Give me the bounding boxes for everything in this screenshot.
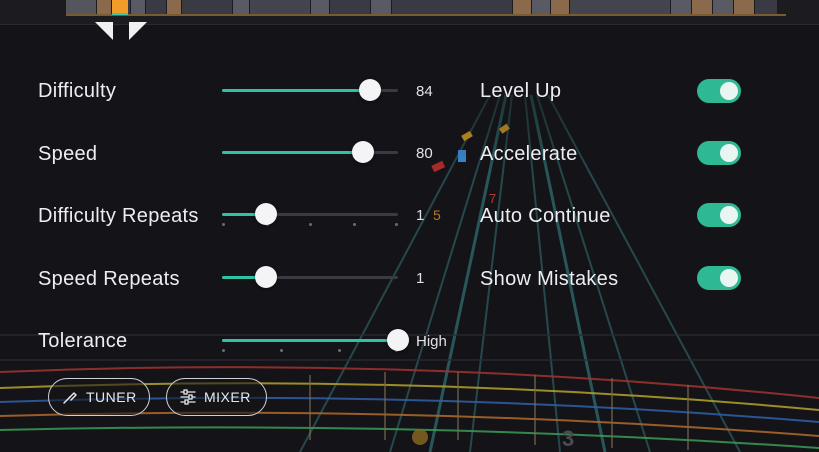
- slider-ticks: [222, 349, 398, 353]
- strip-baseline: [66, 14, 786, 16]
- current-position-marker[interactable]: [112, 0, 128, 13]
- difficulty-repeats-label: Difficulty Repeats: [38, 205, 199, 227]
- difficulty-repeats-slider[interactable]: [222, 199, 398, 229]
- speed-repeats-value: 1: [416, 270, 425, 287]
- playhead-left-arrow: [95, 22, 113, 40]
- song-section-bar[interactable]: [0, 0, 819, 25]
- slider-knob[interactable]: [387, 329, 409, 351]
- toggle-knob: [720, 206, 738, 224]
- playhead-right-arrow: [129, 22, 147, 40]
- tuner-button[interactable]: TUNER: [48, 378, 150, 416]
- section-strip[interactable]: [66, 0, 786, 14]
- tuning-fork-icon: [61, 388, 79, 406]
- accelerate-toggle[interactable]: [697, 141, 741, 165]
- tuner-button-label: TUNER: [86, 389, 137, 405]
- auto-continue-label: Auto Continue: [480, 205, 611, 227]
- toggle-knob: [720, 82, 738, 100]
- mixer-button[interactable]: MIXER: [166, 378, 267, 416]
- slider-fill: [222, 151, 363, 154]
- slider-fill: [222, 89, 370, 92]
- level-up-label: Level Up: [480, 80, 562, 102]
- string-number-5: 5: [433, 207, 441, 223]
- toggle-knob: [720, 269, 738, 287]
- slider-knob[interactable]: [351, 141, 374, 163]
- current-position-underline: [112, 13, 128, 15]
- tolerance-slider[interactable]: [222, 325, 409, 355]
- mixer-button-label: MIXER: [204, 389, 251, 405]
- toggle-knob: [720, 144, 738, 162]
- slider-knob[interactable]: [255, 266, 277, 288]
- speed-repeats-slider[interactable]: [222, 262, 398, 292]
- slider-knob[interactable]: [358, 79, 381, 101]
- level-up-toggle[interactable]: [697, 79, 741, 103]
- speed-repeats-label: Speed Repeats: [38, 268, 180, 290]
- tolerance-label: Tolerance: [38, 330, 128, 352]
- slider-ticks: [222, 223, 398, 227]
- sliders-icon: [179, 388, 197, 406]
- auto-continue-toggle[interactable]: [697, 203, 741, 227]
- difficulty-label: Difficulty: [38, 80, 117, 102]
- slider-fill: [222, 339, 398, 342]
- slider-knob[interactable]: [255, 203, 277, 225]
- speed-value: 80: [416, 145, 433, 162]
- accelerate-label: Accelerate: [480, 143, 578, 165]
- show-mistakes-label: Show Mistakes: [480, 268, 619, 290]
- difficulty-repeats-value: 1: [416, 207, 425, 224]
- string-number-7: 7: [489, 191, 496, 206]
- difficulty-value: 84: [416, 83, 433, 100]
- speed-label: Speed: [38, 143, 98, 165]
- tolerance-value: High: [416, 333, 447, 350]
- string-number-3: 3: [562, 426, 574, 451]
- show-mistakes-toggle[interactable]: [697, 266, 741, 290]
- difficulty-slider[interactable]: [222, 75, 398, 105]
- speed-slider[interactable]: [222, 137, 398, 167]
